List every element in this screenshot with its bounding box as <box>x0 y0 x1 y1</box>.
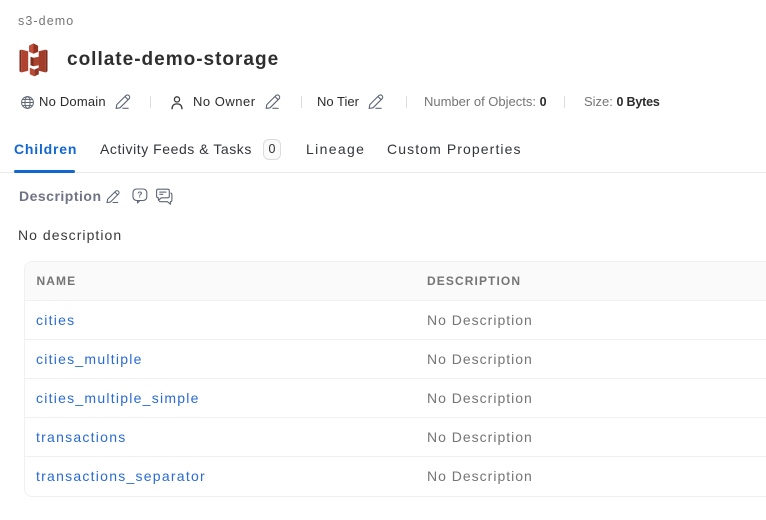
svg-text:?: ? <box>137 190 142 200</box>
